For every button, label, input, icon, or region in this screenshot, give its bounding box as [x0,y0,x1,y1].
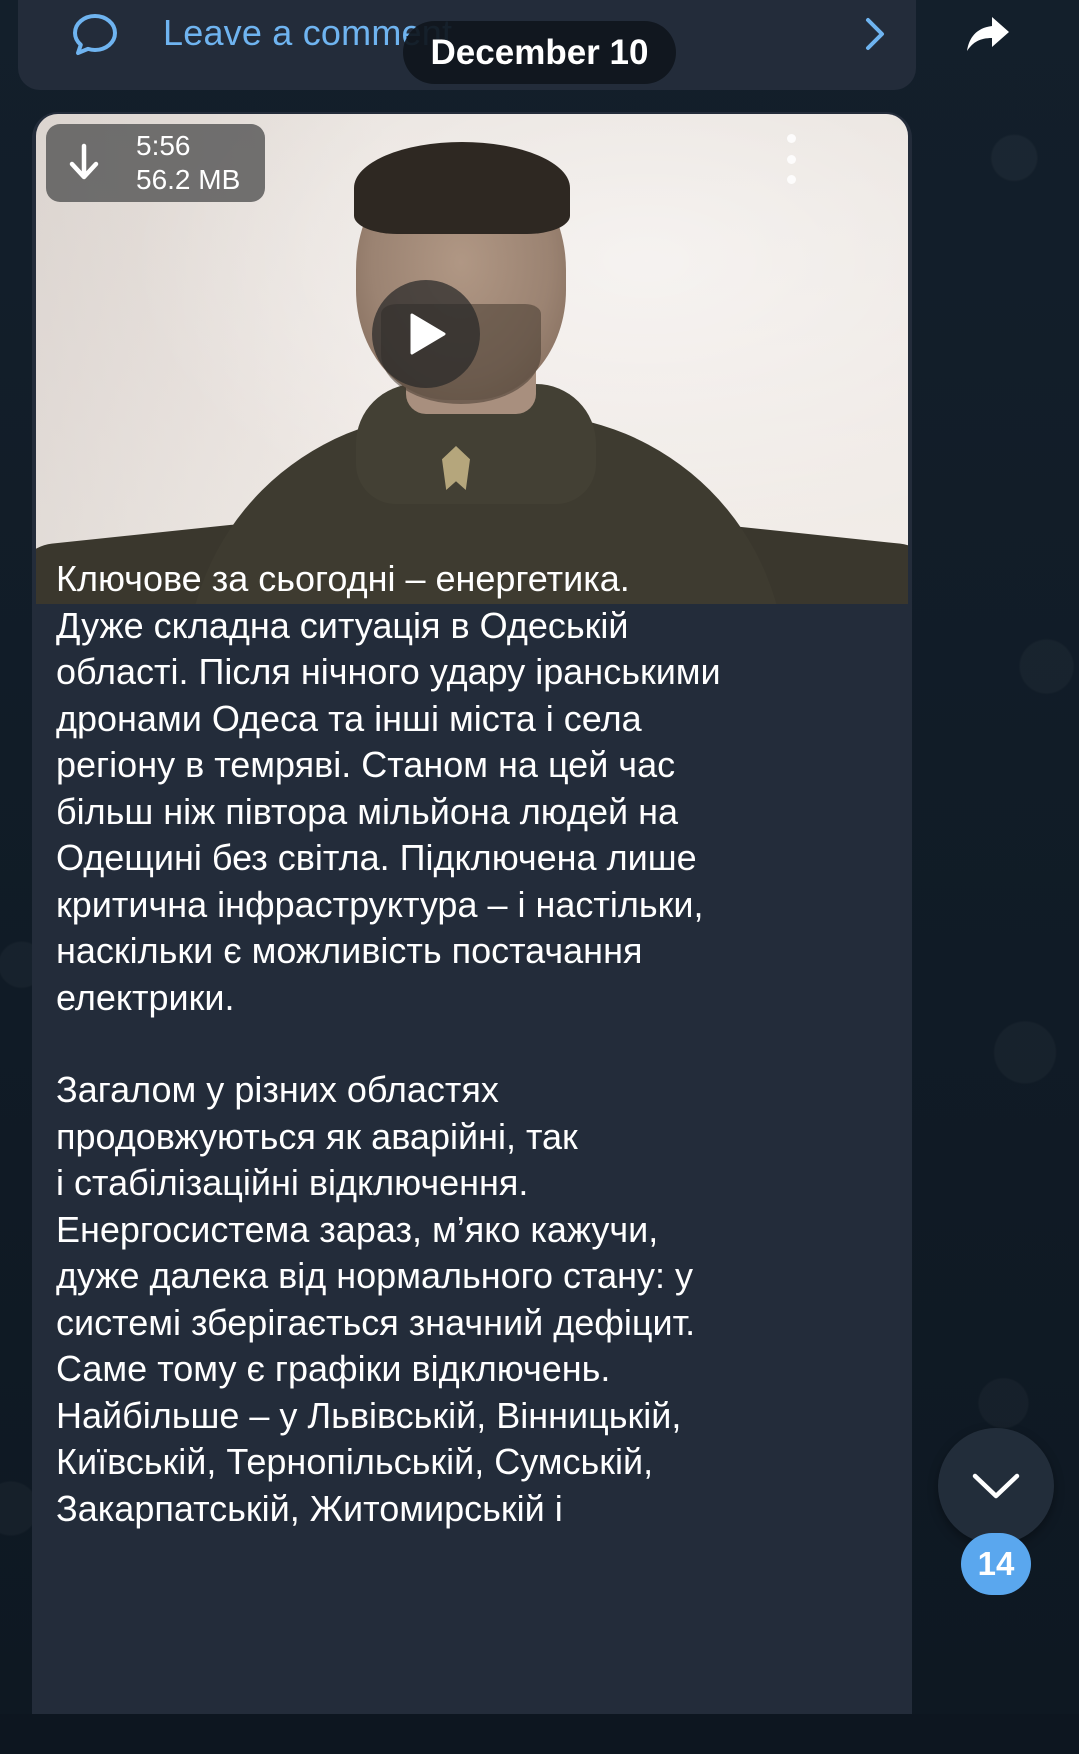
chevron-down-icon [972,1473,1020,1499]
video-duration: 5:56 [136,130,191,161]
share-icon [967,17,1009,51]
download-badge[interactable]: 5:56 56.2 MB [46,124,265,202]
unread-count-badge: 14 [961,1533,1031,1595]
date-separator: December 10 [403,21,676,84]
more-icon [786,134,796,143]
video-size: 56.2 MB [136,164,241,195]
play-icon [410,313,446,355]
bottom-edge [0,1714,1079,1754]
scroll-to-bottom-button[interactable] [938,1428,1054,1544]
download-icon [69,143,99,180]
play-button[interactable] [372,280,480,388]
message-bubble: 5:56 56.2 MB Ключове за сьогодні – енерг… [32,112,912,1754]
more-icon [786,175,796,184]
more-icon [786,154,796,164]
message-text: Ключове за сьогодні – енергетика. Дуже с… [56,556,896,1532]
share-button[interactable] [950,4,1026,64]
video-thumbnail[interactable]: 5:56 56.2 MB [36,114,908,604]
chevron-right-icon [866,18,884,50]
more-options-button[interactable] [776,134,806,184]
message-paragraph: Загалом у різних областях продовжуються … [56,1069,696,1529]
message-paragraph: Ключове за сьогодні – енергетика. Дуже с… [56,558,721,1018]
video-figure-hair [354,142,570,234]
comment-icon [73,14,117,55]
